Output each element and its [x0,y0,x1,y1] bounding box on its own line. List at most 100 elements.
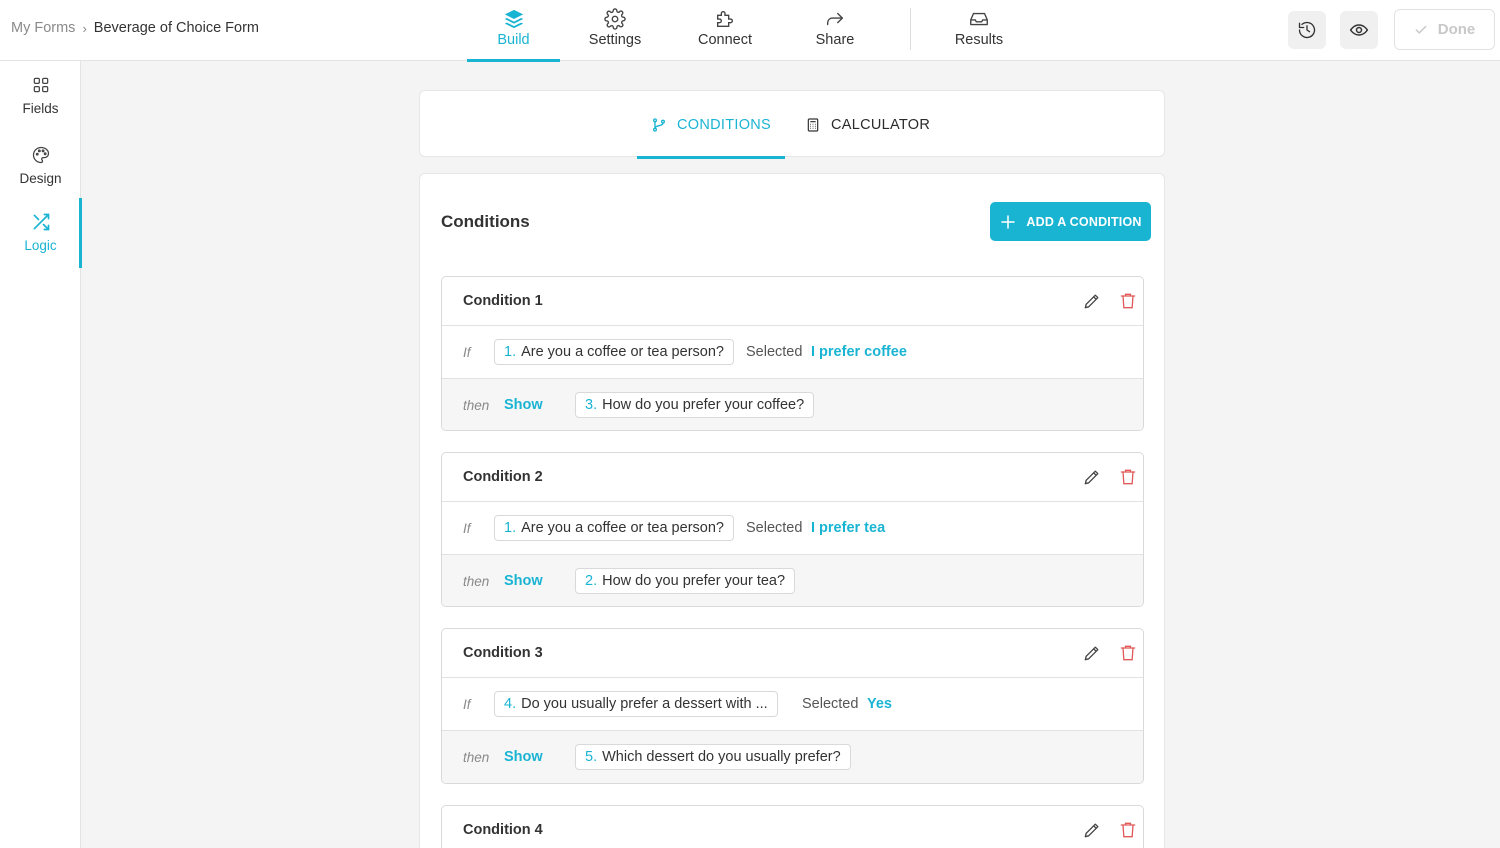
breadcrumb-current-form: Beverage of Choice Form [93,20,259,36]
tab-build[interactable]: Build [467,0,560,62]
sidebar-item-fields-label: Fields [22,100,59,116]
palette-icon [32,146,49,163]
history-button[interactable] [1288,10,1326,49]
tab-connect-label: Connect [697,32,752,48]
tab-build-label: Build [497,32,530,48]
sidebar-item-design[interactable]: Design [0,131,81,199]
question-text: Which dessert do you usually prefer? [602,749,841,765]
trash-icon[interactable] [1118,291,1138,311]
question-text: How do you prefer your tea? [602,573,786,589]
subtab-conditions-label: CONDITIONS [677,116,772,133]
if-keyword: If [463,344,471,360]
question-text: Are you a coffee or tea person? [521,520,724,536]
logic-subtabs: CONDITIONS CALCULATOR [419,90,1165,159]
question-number: 3. [585,397,598,413]
tab-settings[interactable]: Settings [560,0,670,61]
done-button[interactable]: Done [1394,9,1495,50]
subtab-conditions[interactable]: CONDITIONS [636,91,786,159]
sidebar-item-logic[interactable]: Logic [0,198,82,268]
condition-card: Condition 1 If 1. Are you a coffee or tea… [441,276,1144,431]
condition-header: Condition 1 [442,277,1143,326]
top-tabs: Build Settings Connect Share Results [467,0,1027,62]
tab-share-label: Share [815,32,855,48]
branch-icon [653,117,665,132]
condition-card: Condition 3 If 4. Do you usually prefer a… [441,628,1144,784]
tab-results[interactable]: Results [931,0,1027,61]
conditions-panel: Conditions ADD A CONDITION Condition 1 I… [419,173,1165,848]
plus-icon [1001,214,1016,229]
action-show: Show [504,573,543,589]
tab-connect[interactable]: Connect [670,0,780,61]
condition-if-row: If 1. Are you a coffee or tea person? Sel… [442,502,1143,555]
breadcrumb: My Forms › Beverage of Choice Form [11,20,259,36]
selected-label: Selected [802,696,859,712]
history-icon [1298,21,1316,38]
selected-value: I prefer tea [811,520,886,536]
condition-then-row: then Show 5. Which dessert do you usually… [442,731,1143,783]
action-show: Show [504,749,543,765]
condition-title: Condition 2 [463,469,543,485]
gear-icon [604,8,626,30]
trash-icon[interactable] [1118,643,1138,663]
edit-pencil-icon[interactable] [1082,291,1102,311]
question-text: Do you usually prefer a dessert with ... [521,696,768,712]
then-question-chip[interactable]: 5. Which dessert do you usually prefer? [575,744,851,770]
trash-icon[interactable] [1118,820,1138,840]
calculator-icon [807,117,819,132]
conditions-title: Conditions [441,212,530,231]
sidebar-item-fields[interactable]: Fields [0,61,81,129]
sidebar-item-design-label: Design [19,170,62,186]
share-arrow-icon [826,12,844,26]
then-question-chip[interactable]: 3. How do you prefer your coffee? [575,392,815,418]
selected-label: Selected [746,344,803,360]
condition-title: Condition 4 [463,822,543,838]
check-icon [1415,25,1427,34]
condition-then-row: then Show 2. How do you prefer your tea? [442,555,1143,606]
edit-pencil-icon[interactable] [1082,643,1102,663]
subtab-calculator-label: CALCULATOR [831,116,931,133]
tab-share[interactable]: Share [780,0,890,61]
sidebar-item-logic-label: Logic [24,237,57,253]
tab-settings-label: Settings [588,32,642,48]
then-question-chip[interactable]: 2. How do you prefer your tea? [575,568,796,594]
if-keyword: If [463,696,471,712]
breadcrumb-my-forms-link[interactable]: My Forms [11,20,75,36]
condition-title: Condition 1 [463,293,543,309]
done-button-label: Done [1437,21,1476,38]
grid-icon [33,77,48,92]
edit-pencil-icon[interactable] [1082,467,1102,487]
if-question-chip[interactable]: 1. Are you a coffee or tea person? [494,515,734,541]
then-keyword: then [463,749,490,765]
condition-card: Condition 2 If 1. Are you a coffee or tea… [441,452,1144,607]
add-condition-button[interactable]: ADD A CONDITION [990,202,1151,241]
tab-divider [910,8,911,50]
question-number: 5. [585,749,598,765]
condition-header: Condition 4 [442,806,1143,848]
condition-title: Condition 3 [463,645,543,661]
trash-icon[interactable] [1118,467,1138,487]
if-keyword: If [463,520,471,536]
selected-value: I prefer coffee [811,344,907,360]
action-show: Show [504,397,543,413]
then-keyword: then [463,397,490,413]
tab-results-label: Results [954,32,1004,48]
selected-label: Selected [746,520,803,536]
condition-if-row: If 1. Are you a coffee or tea person? Sel… [442,326,1143,379]
if-question-chip[interactable]: 1. Are you a coffee or tea person? [494,339,734,365]
top-actions: Done [1288,9,1495,50]
question-number: 1. [504,344,517,360]
condition-header: Condition 3 [442,629,1143,678]
breadcrumb-separator: › [82,20,87,36]
preview-button[interactable] [1340,10,1378,49]
puzzle-icon [716,11,733,28]
selected-value: Yes [867,696,892,712]
if-question-chip[interactable]: 4. Do you usually prefer a dessert with .… [494,691,778,717]
question-number: 2. [585,573,598,589]
left-sidebar: Fields Design Logic [0,61,82,848]
then-keyword: then [463,573,490,589]
question-number: 1. [504,520,517,536]
edit-pencil-icon[interactable] [1082,820,1102,840]
subtab-calculator[interactable]: CALCULATOR [805,91,930,158]
shuffle-icon [33,213,49,230]
question-text: Are you a coffee or tea person? [521,344,724,360]
